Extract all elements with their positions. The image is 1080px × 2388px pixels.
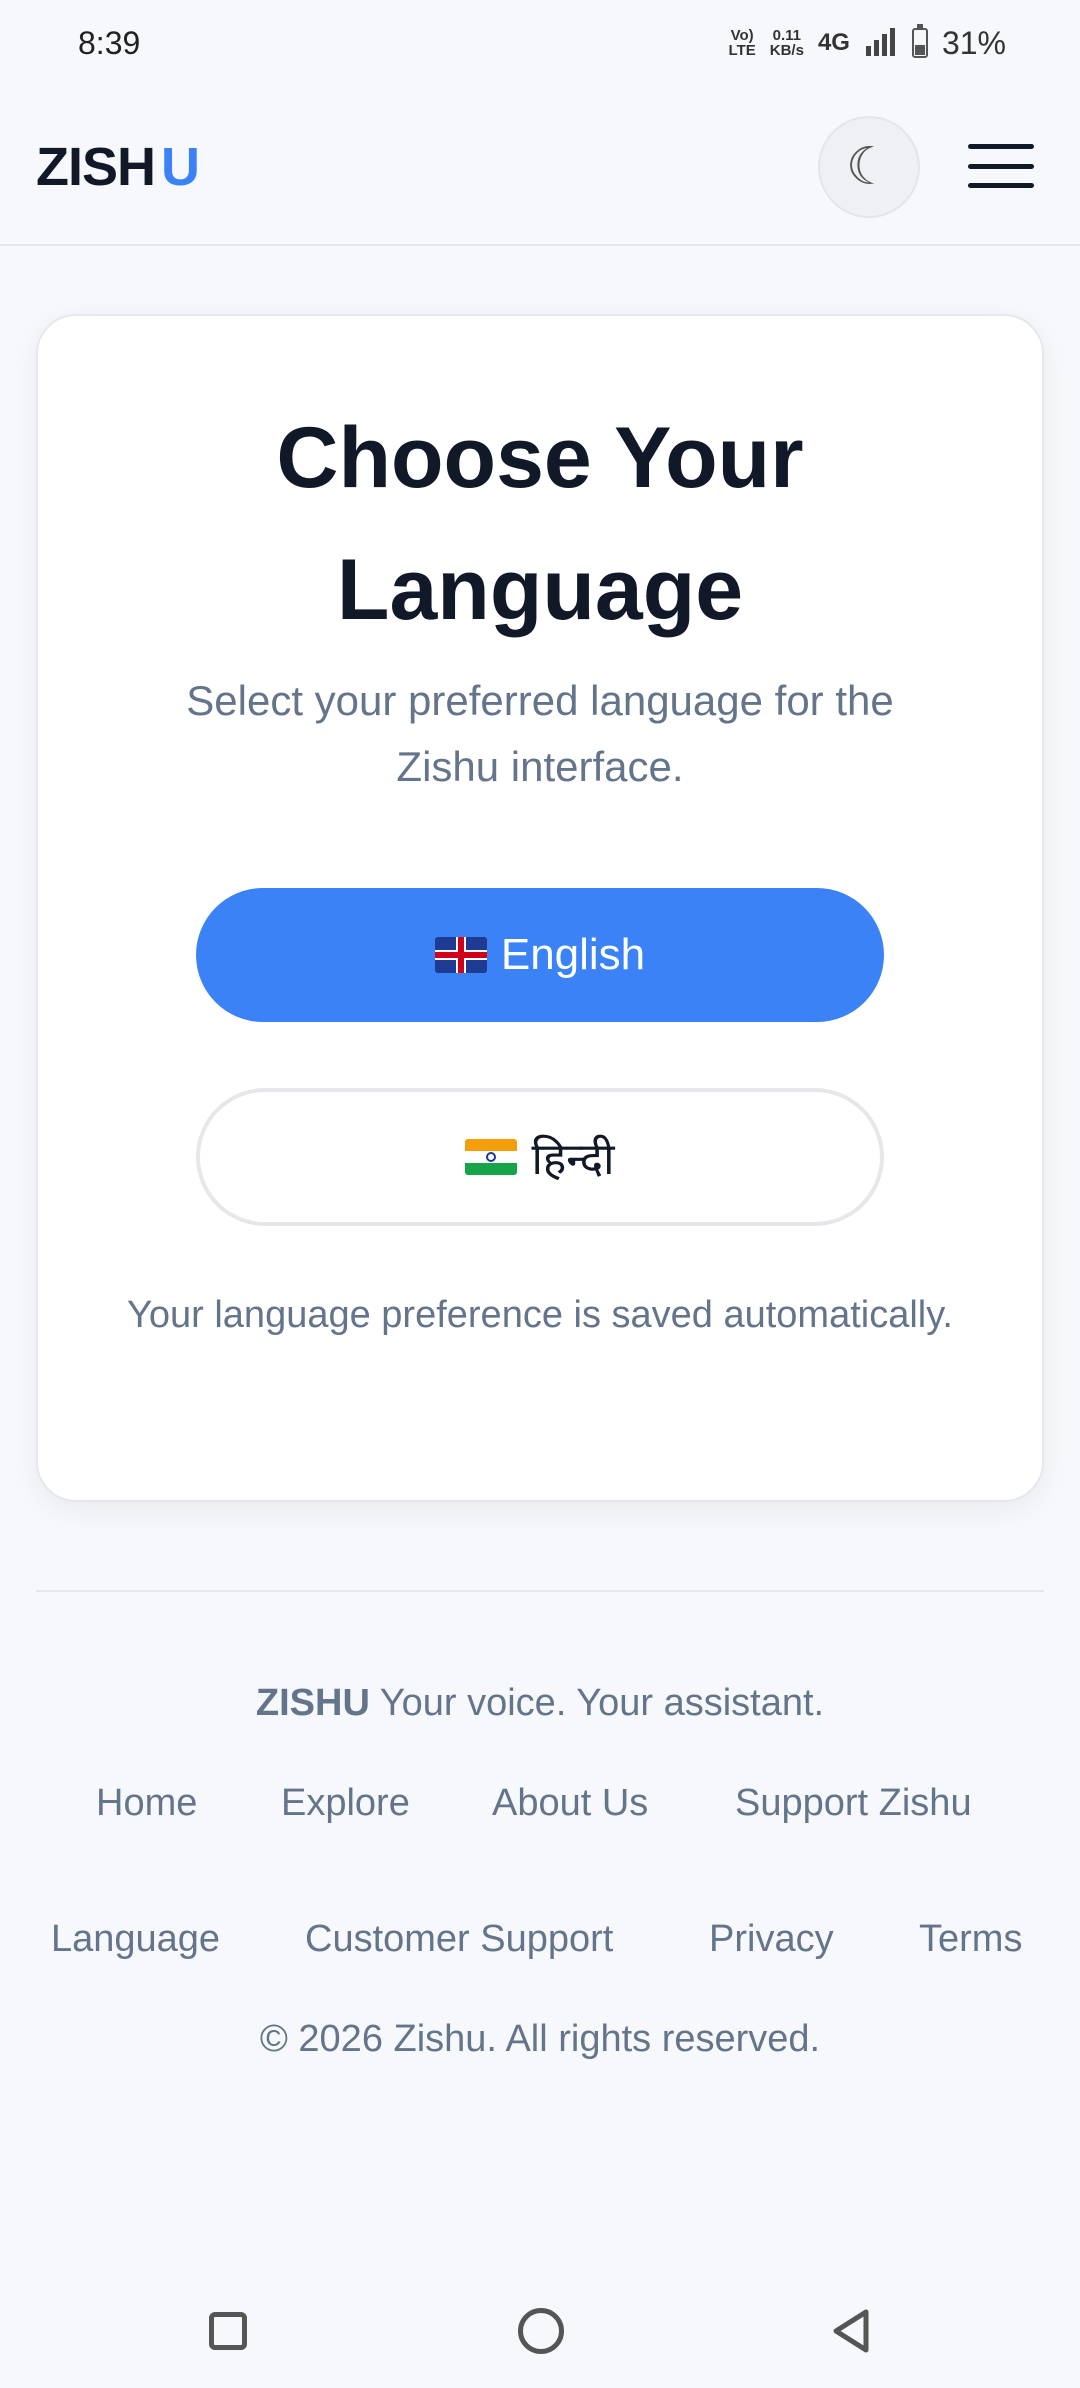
footer-link-about-us[interactable]: About Us xyxy=(492,1782,648,1825)
hindi-language-button[interactable]: हिन्दी xyxy=(196,1088,884,1226)
footer-divider xyxy=(36,1590,1044,1592)
logo[interactable]: ZISH U xyxy=(36,136,200,198)
back-button[interactable] xyxy=(826,2306,876,2356)
volte-indicator: Vo) LTE xyxy=(728,27,756,59)
status-icons: Vo) LTE 0.11 KB/s 4G 31% xyxy=(728,24,1006,62)
recent-apps-button[interactable] xyxy=(209,2312,247,2350)
network-type: 4G xyxy=(817,29,850,56)
copyright: © 2026 Zishu. All rights reserved. xyxy=(259,2018,821,2060)
status-bar: 8:39 Vo) LTE 0.11 KB/s 4G 31% xyxy=(0,0,1080,86)
hamburger-icon xyxy=(968,144,1034,149)
preference-note: Your language preference is saved automa… xyxy=(127,1294,953,1336)
home-button[interactable] xyxy=(518,2308,564,2354)
status-time: 8:39 xyxy=(78,24,141,61)
english-language-button[interactable]: English xyxy=(196,888,884,1022)
footer-link-terms[interactable]: Terms xyxy=(919,1918,1022,1961)
uk-flag-icon xyxy=(434,937,487,973)
language-card: Choose Your Language Select your preferr… xyxy=(36,314,1044,1502)
footer-link-support-zishu[interactable]: Support Zishu xyxy=(735,1782,972,1825)
page-subtitle: Select your preferred language for the Z… xyxy=(186,677,894,790)
theme-toggle-button[interactable]: ☾ xyxy=(818,116,920,218)
battery-icon xyxy=(911,24,928,58)
network-speed: 0.11 KB/s xyxy=(769,27,804,59)
app-header: ZISH U ☾ xyxy=(0,86,1080,246)
footer-tagline: ZISHU Your voice. Your assistant. xyxy=(255,1682,825,1724)
footer-link-privacy[interactable]: Privacy xyxy=(709,1918,834,1961)
footer-link-customer-support[interactable]: Customer Support xyxy=(305,1918,613,1961)
footer-link-explore[interactable]: Explore xyxy=(281,1782,410,1825)
moon-icon: ☾ xyxy=(845,138,893,196)
signal-icon xyxy=(865,28,895,56)
page-title: Choose Your Language xyxy=(276,410,804,638)
battery-percent: 31% xyxy=(941,24,1006,61)
footer-link-home[interactable]: Home xyxy=(96,1782,197,1825)
india-flag-icon xyxy=(465,1139,518,1175)
menu-button[interactable] xyxy=(968,144,1034,188)
footer-link-language[interactable]: Language xyxy=(51,1918,220,1961)
